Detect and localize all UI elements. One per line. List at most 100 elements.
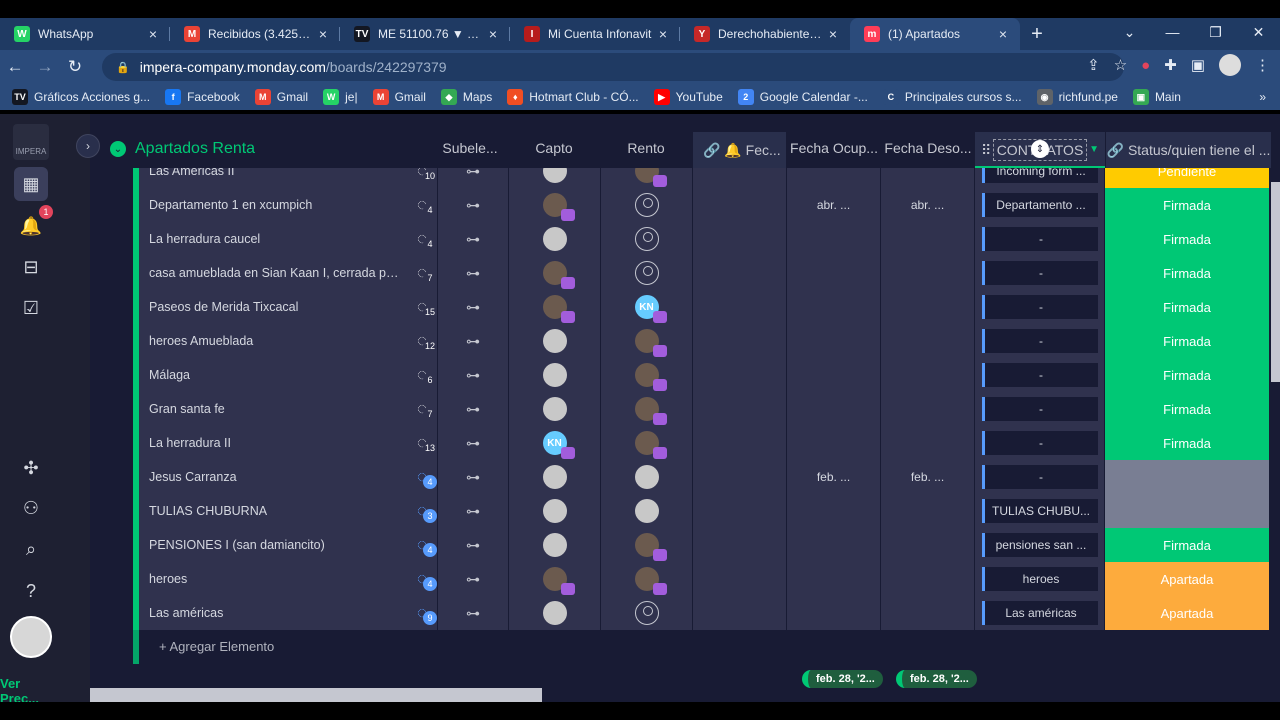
capto-avatar[interactable] (542, 295, 575, 323)
contratos-cell[interactable]: Las américas (975, 596, 1105, 630)
back-icon[interactable]: ← (0, 57, 30, 77)
item-name-cell[interactable]: heroes Amueblada ◌ 12 (133, 324, 438, 358)
chevron-down-icon[interactable]: ⌄ (110, 141, 126, 157)
tab-search-icon[interactable]: ⌄ (1108, 18, 1151, 46)
fecha-deso-cell[interactable] (881, 222, 975, 256)
contrato-link[interactable]: - (981, 431, 1098, 455)
capto-avatar[interactable] (542, 601, 567, 625)
table-row[interactable]: heroes ◌ 4 ⊶ heroes Apartada (133, 562, 1270, 596)
column-resize-handle[interactable]: ⇕ (1031, 140, 1049, 158)
updates-bubble-icon[interactable]: ◌ 3 (407, 499, 437, 523)
browser-tab[interactable]: W WhatsApp × (0, 18, 170, 50)
bookmark-item[interactable]: ◆ Maps (440, 89, 492, 105)
bookmark-item[interactable]: ▶ YouTube (653, 89, 723, 105)
contratos-cell[interactable]: TULIAS CHUBU... (975, 494, 1105, 528)
col-header-status[interactable]: 🔗 Status/quien tiene el ... (1106, 132, 1271, 168)
extension-badge-icon[interactable]: ● (1141, 57, 1150, 74)
bookmark-item[interactable]: C Principales cursos s... (882, 89, 1022, 105)
fec-cell[interactable] (693, 460, 787, 494)
capto-cell[interactable] (509, 562, 601, 596)
rento-empty-avatar-icon[interactable] (634, 193, 659, 217)
fec-cell[interactable] (693, 596, 787, 630)
col-header-fec[interactable]: 🔗 🔔 Fec... (693, 132, 786, 168)
fecha-ocup-cell[interactable] (787, 596, 881, 630)
close-tab-icon[interactable]: × (146, 26, 160, 42)
bookmark-item[interactable]: Wje| (323, 89, 358, 105)
bookmark-item[interactable]: TV Gráficos Acciones g... (12, 89, 150, 105)
browser-tab[interactable]: I Mi Cuenta Infonavit × (510, 18, 680, 50)
menu-icon[interactable]: ⋮ (1255, 56, 1270, 74)
table-row[interactable]: PENSIONES I (san damiancito) ◌ 4 ⊶ pensio… (133, 528, 1270, 562)
rento-avatar[interactable] (634, 329, 667, 357)
subitems-icon[interactable]: ⊶ (438, 358, 509, 392)
capto-cell[interactable] (509, 324, 601, 358)
item-name[interactable]: Gran santa fe (149, 402, 407, 416)
rento-cell[interactable] (601, 494, 693, 528)
rento-avatar[interactable] (634, 499, 659, 523)
capto-cell[interactable] (509, 358, 601, 392)
table-row[interactable]: Departamento 1 en xcumpich ◌ 4 ⊶ abr. ...… (133, 188, 1270, 222)
subitems-icon[interactable]: ⊶ (438, 222, 509, 256)
rento-avatar[interactable] (634, 397, 667, 425)
contratos-cell[interactable]: Departamento ... (975, 188, 1105, 222)
updates-bubble-icon[interactable]: ◌ 7 (407, 261, 437, 285)
browser-tab[interactable]: m (1) Apartados × (850, 18, 1020, 50)
reload-icon[interactable]: ↻ (60, 57, 90, 77)
rento-cell[interactable] (601, 460, 693, 494)
bookmark-item[interactable]: ♦ Hotmart Club - CÓ... (507, 89, 639, 105)
status-cell[interactable]: Apartada (1105, 562, 1270, 596)
fec-cell[interactable] (693, 256, 787, 290)
updates-bubble-icon[interactable]: ◌ 4 (407, 533, 437, 557)
contrato-link[interactable]: - (981, 295, 1098, 319)
close-tab-icon[interactable]: × (486, 26, 500, 42)
contrato-link[interactable]: - (981, 227, 1098, 251)
capto-avatar[interactable] (542, 465, 567, 489)
rento-avatar[interactable]: KN (634, 295, 667, 323)
browser-tab[interactable]: Y Derechohabientes | In × (680, 18, 850, 50)
rento-cell[interactable]: KN (601, 290, 693, 324)
rento-avatar[interactable] (634, 567, 667, 595)
fecha-deso-cell[interactable] (881, 562, 975, 596)
close-tab-icon[interactable]: × (656, 26, 670, 42)
notifications-icon[interactable]: 🔔 1 (14, 205, 53, 243)
group-title[interactable]: ⌄ Apartados Renta (110, 140, 255, 158)
capto-avatar[interactable] (542, 193, 575, 221)
status-cell[interactable]: Firmada (1105, 528, 1270, 562)
rento-empty-avatar-icon[interactable] (634, 227, 659, 251)
fec-cell[interactable] (693, 324, 787, 358)
subitems-icon[interactable]: ⊶ (438, 188, 509, 222)
item-name[interactable]: Málaga (149, 368, 407, 382)
item-name-cell[interactable]: La herradura caucel ◌ 4 (133, 222, 438, 256)
contrato-link[interactable]: heroes (981, 567, 1098, 591)
rento-cell[interactable] (601, 596, 693, 630)
fec-cell[interactable] (693, 290, 787, 324)
item-name[interactable]: heroes Amueblada (149, 334, 407, 348)
contrato-link[interactable]: - (981, 397, 1098, 421)
bookmark-item[interactable]: ◉ richfund.pe (1036, 89, 1118, 105)
item-name[interactable]: heroes (149, 572, 407, 586)
item-name-cell[interactable]: casa amueblada en Sian Kaan I, cerrada p… (133, 256, 438, 290)
capto-cell[interactable] (509, 460, 601, 494)
help-icon[interactable]: ? (14, 574, 48, 608)
contratos-cell[interactable]: - (975, 324, 1105, 358)
fec-cell[interactable] (693, 562, 787, 596)
updates-bubble-icon[interactable]: ◌ 4 (407, 227, 437, 251)
updates-bubble-icon[interactable]: ◌ 4 (407, 567, 437, 591)
capto-avatar[interactable]: KN (542, 431, 575, 459)
table-row[interactable]: Gran santa fe ◌ 7 ⊶ - Firmada (133, 392, 1270, 426)
expand-sidepanel-icon[interactable]: › (76, 134, 100, 158)
star-icon[interactable]: ☆ (1114, 56, 1127, 74)
integrations-icon[interactable]: ✣ (14, 451, 48, 485)
item-name[interactable]: TULIAS CHUBURNA (149, 504, 407, 518)
subitems-icon[interactable]: ⊶ (438, 426, 509, 460)
item-name-cell[interactable]: Málaga ◌ 6 (133, 358, 438, 392)
item-name-cell[interactable]: PENSIONES I (san damiancito) ◌ 4 (133, 528, 438, 562)
add-item-label[interactable]: + Agregar Elemento (159, 639, 274, 654)
subitems-icon[interactable]: ⊶ (438, 290, 509, 324)
sidebar-icon[interactable]: ▣ (1191, 56, 1205, 74)
forward-icon[interactable]: → (30, 57, 60, 77)
rento-cell[interactable] (601, 324, 693, 358)
col-header-fecha-deso[interactable]: Fecha Deso... (881, 140, 975, 160)
item-name[interactable]: Departamento 1 en xcumpich (149, 198, 407, 212)
url-field[interactable]: 🔒 impera-company.monday.com/boards/24229… (102, 53, 1124, 81)
